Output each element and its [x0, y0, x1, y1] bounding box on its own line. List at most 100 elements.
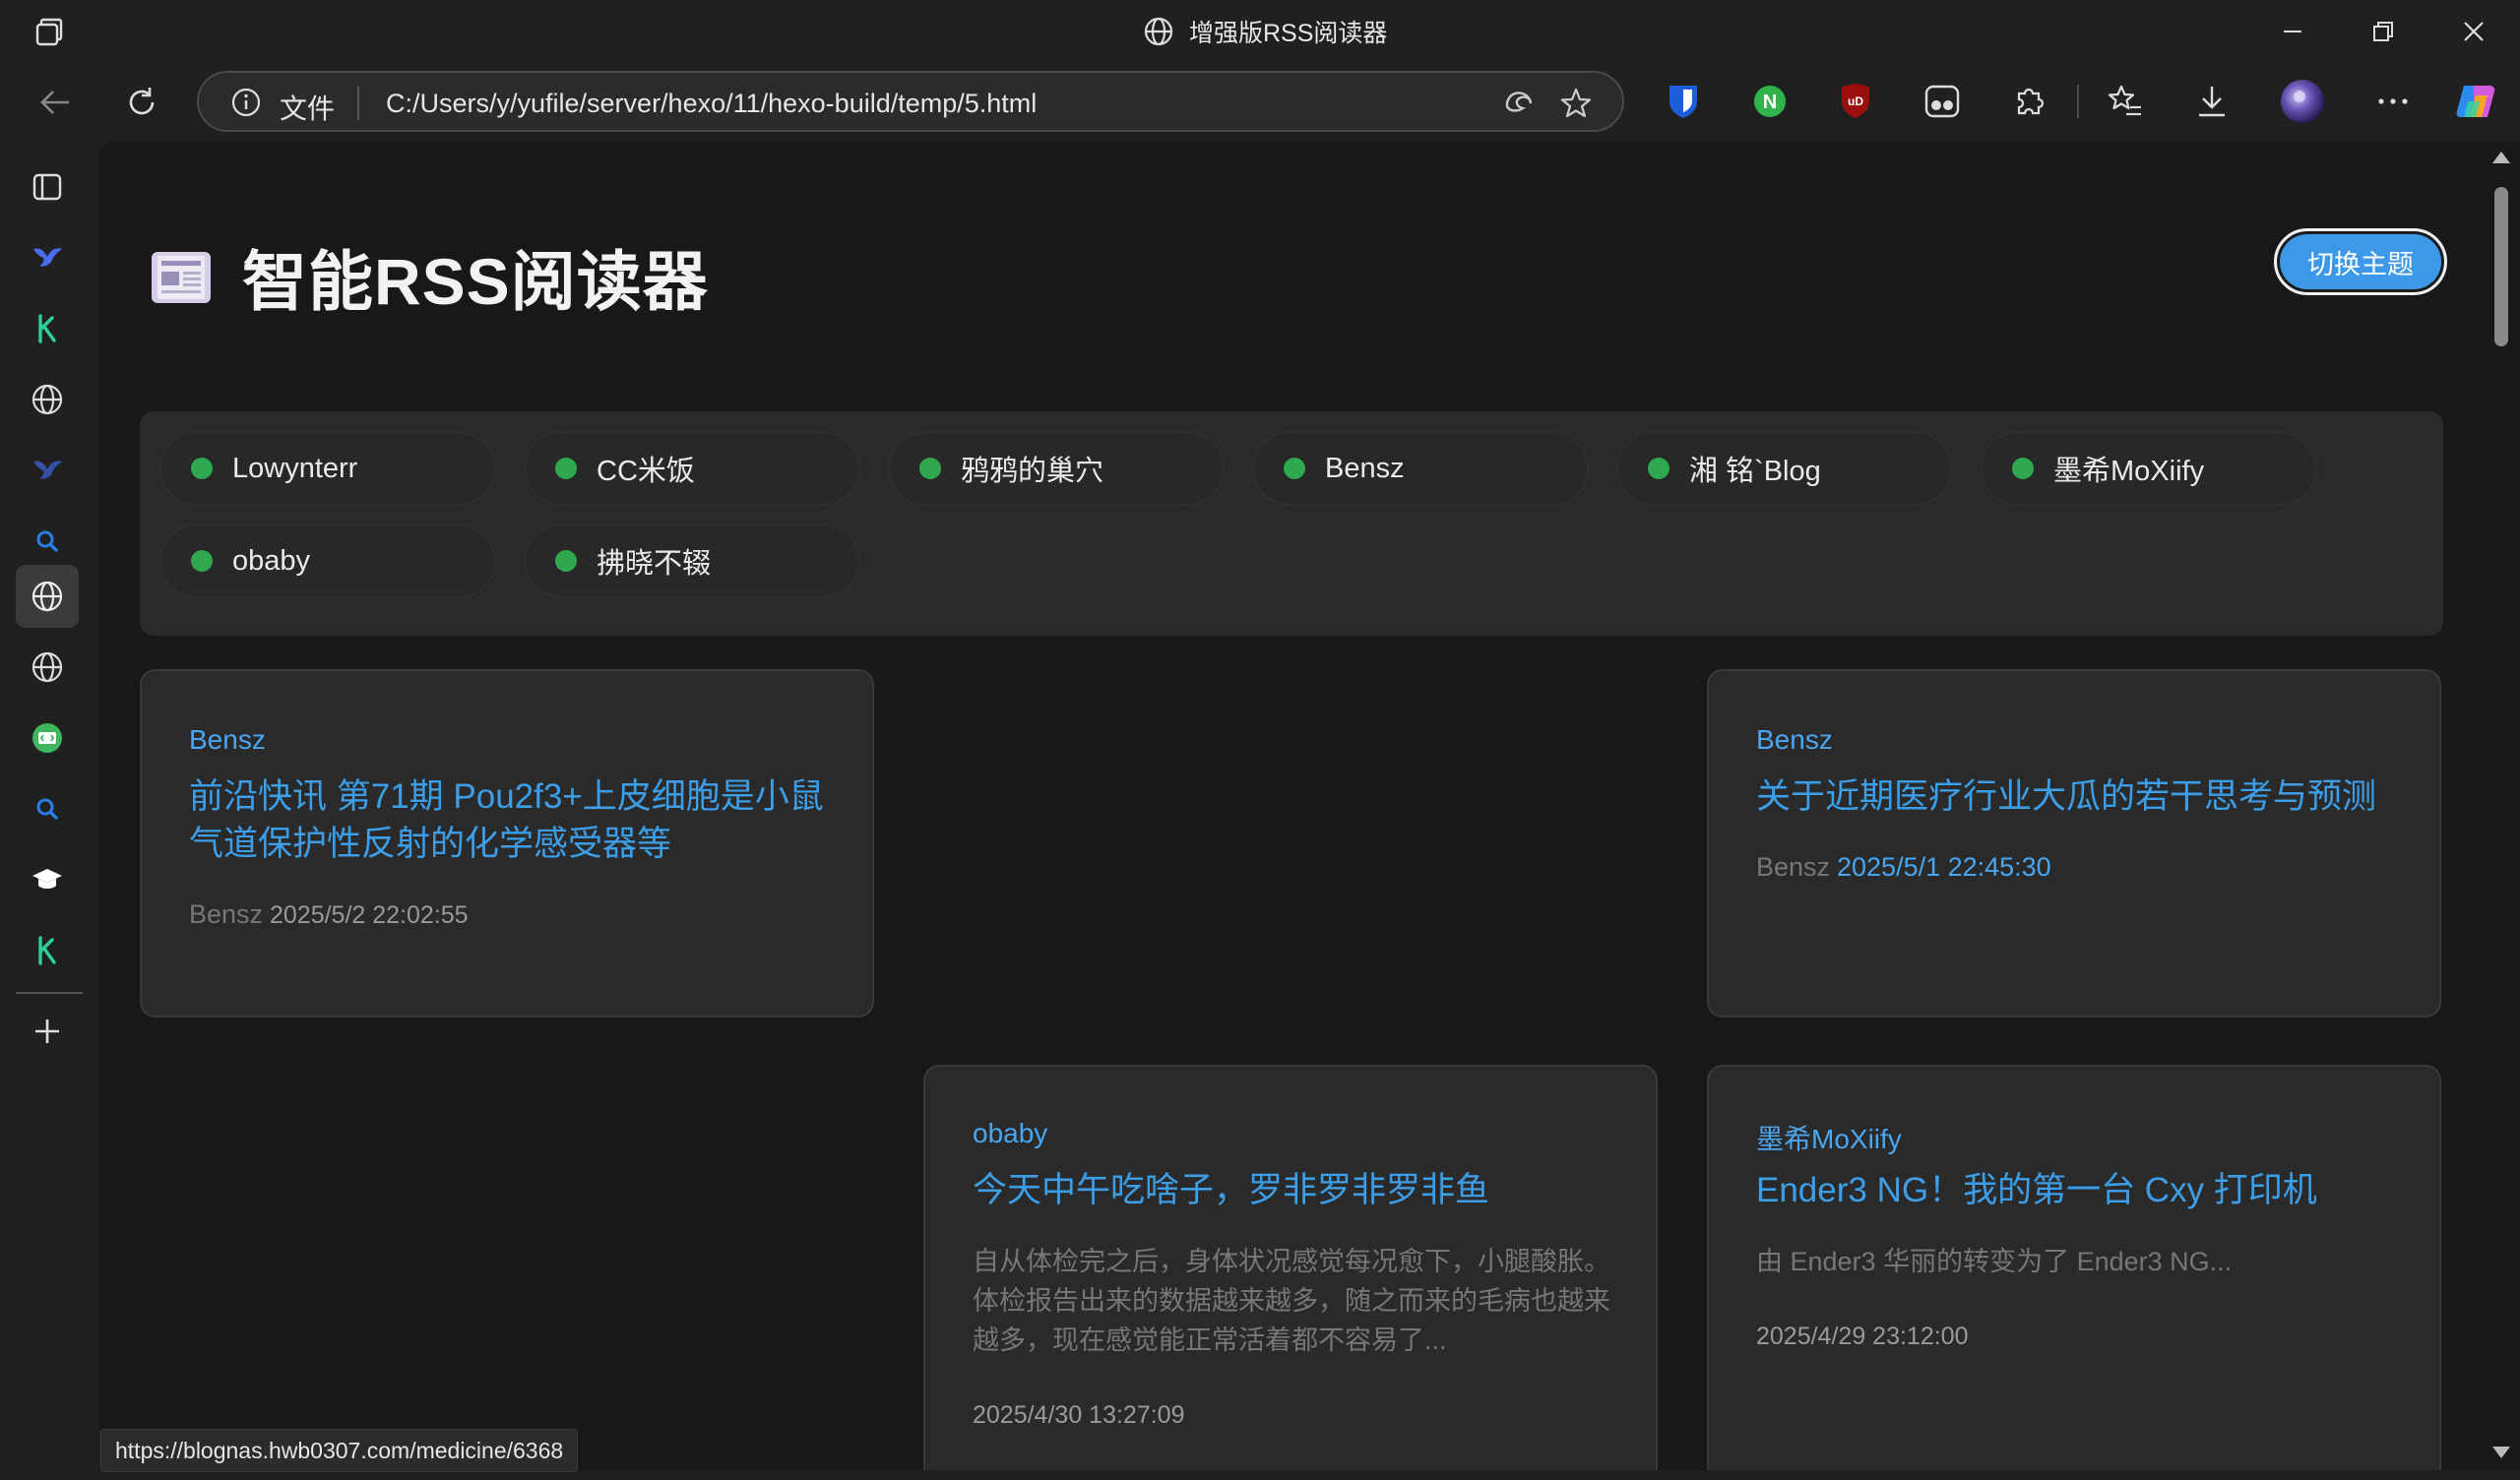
edge-app-icon — [1505, 92, 1533, 112]
url-text[interactable]: C:/Users/y/yufile/server/hexo/11/hexo-bu… — [386, 89, 1037, 119]
source-chip-xiangming[interactable]: 湘 铭`Blog — [1618, 433, 1951, 504]
back-arrow-icon — [40, 91, 69, 114]
close-icon — [2464, 22, 2484, 41]
extensions-button[interactable] — [2006, 79, 2051, 124]
article-excerpt: 由 Ender3 华丽的转变为了 Ender3 NG... — [1756, 1247, 2233, 1276]
title-bar: 增强版RSS阅读器 — [0, 0, 2520, 63]
scheme-label: 文件 — [280, 93, 336, 124]
downloads-button[interactable] — [2189, 79, 2235, 124]
article-title[interactable]: 关于近期医疗行业大瓜的若干思考与预测 — [1756, 773, 2406, 821]
info-icon[interactable] — [230, 87, 262, 118]
article-date: 2025/4/30 13:27:09 — [973, 1401, 1185, 1429]
status-dot — [2012, 458, 2034, 479]
article-date: 2025/5/2 22:02:55 — [270, 901, 469, 929]
bitwarden-extension[interactable] — [1661, 79, 1706, 124]
source-chip-ccmifan[interactable]: CC米饭 — [526, 433, 858, 504]
source-chip-label: CC米饭 — [597, 456, 695, 487]
sidebar-tab-5[interactable] — [16, 510, 79, 573]
article-author: Bensz — [189, 899, 264, 929]
copilot-button[interactable] — [2453, 79, 2498, 124]
reader-extension[interactable] — [1920, 79, 1965, 124]
scroll-up-arrow-icon[interactable] — [2492, 152, 2510, 163]
restore-icon — [2373, 22, 2393, 41]
page-title: 智能RSS阅读器 — [242, 245, 709, 318]
favorites-button[interactable] — [2103, 79, 2148, 124]
sidebar-tab-4[interactable] — [16, 439, 79, 502]
toolbar-divider — [2077, 85, 2079, 118]
newspaper-icon — [152, 252, 211, 303]
article-card[interactable]: 墨希MoXiify Ender3 NG！我的第一台 Cxy 打印机 由 Ende… — [1707, 1065, 2441, 1470]
sidebar-tab-9[interactable] — [16, 777, 79, 840]
reload-icon — [129, 88, 155, 115]
workspaces-icon[interactable] — [32, 16, 65, 49]
bird-icon — [33, 461, 62, 479]
graduation-cap-icon — [32, 869, 62, 889]
ublock-shield-icon: uD — [1842, 84, 1869, 118]
toggle-theme-button[interactable]: 切换主题 — [2274, 228, 2447, 295]
source-chip-yaya[interactable]: 鸦鸦的巢穴 — [890, 433, 1223, 504]
avatar — [2281, 80, 2324, 123]
source-chip-lowynterr[interactable]: Lowynterr — [161, 433, 494, 504]
sidebar-tab-actions[interactable] — [16, 155, 79, 218]
app-available-button[interactable] — [1500, 85, 1538, 122]
more-dots-icon — [2378, 98, 2408, 104]
article-source[interactable]: 墨希MoXiify — [1756, 1118, 1902, 1157]
article-card[interactable]: Bensz 关于近期医疗行业大瓜的若干思考与预测 Bensz 2025/5/1 … — [1707, 669, 2441, 1018]
vertical-sidebar — [0, 142, 98, 1480]
article-source[interactable]: Bensz — [189, 724, 266, 756]
source-chip-fuxiao[interactable]: 拂晓不辍 — [526, 525, 858, 596]
article-title[interactable]: Ender3 NG！我的第一台 Cxy 打印机 — [1756, 1167, 2406, 1214]
status-dot — [1648, 458, 1670, 479]
source-chip-bensz[interactable]: Bensz — [1254, 433, 1587, 504]
article-title[interactable]: 今天中午吃啥子，罗非罗非罗非鱼 — [973, 1167, 1622, 1214]
status-dot — [555, 550, 577, 572]
address-bar[interactable]: 文件 C:/Users/y/yufile/server/hexo/11/hexo… — [197, 71, 1624, 132]
n-extension[interactable]: N — [1747, 79, 1793, 124]
article-source[interactable]: obaby — [973, 1118, 1047, 1149]
article-title[interactable]: 前沿快讯 第71期 Pou2f3+上皮细胞是小鼠气道保护性反射的化学感受器等 — [189, 773, 839, 868]
k-app-icon — [38, 936, 56, 965]
sidebar-tab-7[interactable] — [16, 636, 79, 699]
tab-actions-icon — [32, 173, 62, 201]
favorite-button[interactable] — [1557, 85, 1595, 122]
profile-button[interactable] — [2280, 79, 2325, 124]
star-icon — [1560, 88, 1592, 118]
sidebar-tab-1[interactable] — [16, 226, 79, 289]
bird-icon — [33, 248, 62, 267]
add-icon — [35, 1019, 59, 1043]
link-status-bar: https://blognas.hwb0307.com/medicine/636… — [100, 1429, 579, 1472]
source-chip-obaby[interactable]: obaby — [161, 525, 494, 596]
download-icon — [2199, 87, 2225, 117]
new-tab-button[interactable] — [16, 1000, 79, 1063]
status-dot — [919, 458, 941, 479]
vertical-scrollbar[interactable] — [2483, 142, 2520, 1470]
sidebar-tab-6-active[interactable] — [16, 565, 79, 628]
sidebar-tab-10[interactable] — [16, 848, 79, 911]
scroll-thumb[interactable] — [2494, 187, 2508, 346]
article-meta: Bensz 2025/5/2 22:02:55 — [189, 899, 469, 930]
sidebar-tab-11[interactable] — [16, 919, 79, 982]
close-button[interactable] — [2429, 10, 2518, 53]
source-chip-moxiify[interactable]: 墨希MoXiify — [1983, 433, 2315, 504]
minimize-button[interactable] — [2248, 10, 2337, 53]
source-chip-label: Lowynterr — [232, 452, 358, 484]
web-content: 智能RSS阅读器 切换主题 Lowynterr CC米饭 鸦鸦的巢穴 Bensz… — [100, 142, 2483, 1470]
article-source[interactable]: Bensz — [1756, 724, 1833, 756]
sidebar-tab-2[interactable] — [16, 297, 79, 360]
restore-button[interactable] — [2339, 10, 2427, 53]
more-button[interactable] — [2370, 79, 2416, 124]
sidebar-tab-3[interactable] — [16, 368, 79, 431]
status-dot — [191, 458, 213, 479]
back-button[interactable] — [30, 77, 81, 128]
article-card[interactable]: obaby 今天中午吃啥子，罗非罗非罗非鱼 自从体检完之后，身体状况感觉每况愈下… — [923, 1065, 1658, 1470]
article-excerpt: 自从体检完之后，身体状况感觉每况愈下，小腿酸胀。体检报告出来的数据越来越多，随之… — [973, 1247, 1610, 1355]
article-meta: Bensz 2025/5/1 22:45:30 — [1756, 852, 2051, 883]
reload-button[interactable] — [116, 77, 167, 128]
ublock-extension[interactable]: uD — [1833, 79, 1878, 124]
scroll-down-arrow-icon[interactable] — [2492, 1447, 2510, 1458]
k-app-icon — [38, 314, 56, 343]
status-dot — [1284, 458, 1305, 479]
article-card[interactable]: Bensz 前沿快讯 第71期 Pou2f3+上皮细胞是小鼠气道保护性反射的化学… — [140, 669, 874, 1018]
copilot-icon — [2456, 86, 2495, 117]
sidebar-tab-8[interactable] — [16, 707, 79, 770]
